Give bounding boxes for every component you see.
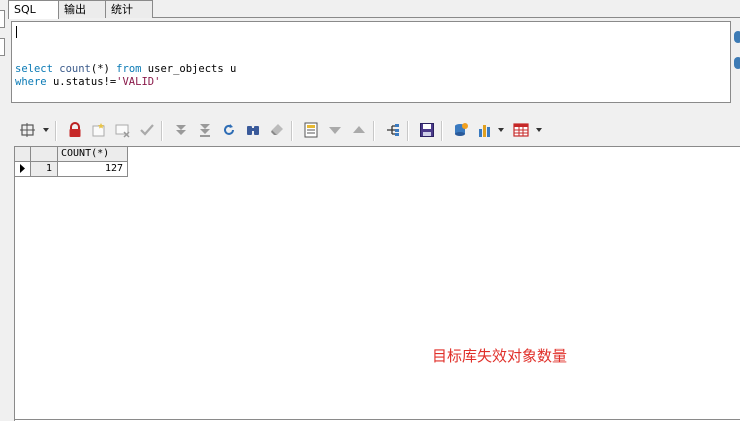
grid-toolbar xyxy=(11,115,740,145)
text-caret xyxy=(16,26,17,38)
string-literal: 'VALID' xyxy=(116,76,161,88)
toolbar-separator xyxy=(55,121,57,141)
post-icon[interactable] xyxy=(139,122,155,138)
count-args: (*) xyxy=(90,63,110,75)
tab-label: 输出 xyxy=(64,3,86,16)
grid-view-icon[interactable] xyxy=(513,122,529,138)
toolbar-separator xyxy=(441,121,443,141)
code-line-2: where u.status!='VALID' xyxy=(15,76,160,88)
explain-plan-icon[interactable] xyxy=(385,122,401,138)
single-record-icon[interactable] xyxy=(303,122,319,138)
editor-side-button[interactable] xyxy=(734,57,740,69)
fetch-last-icon[interactable] xyxy=(197,122,213,138)
new-record-icon[interactable] xyxy=(91,122,107,138)
result-grid[interactable]: COUNT(*) 1 127 xyxy=(14,146,740,421)
find-icon[interactable] xyxy=(245,122,261,138)
sql-editor[interactable]: select count(*) from user_objects u wher… xyxy=(11,21,731,103)
tab-output[interactable]: 输出 xyxy=(58,0,106,18)
tab-label: 统计 xyxy=(111,3,133,16)
column-header[interactable]: COUNT(*) xyxy=(58,147,128,162)
keyword-select: select xyxy=(15,63,53,75)
chart-icon[interactable] xyxy=(477,122,493,138)
function-count: count xyxy=(59,63,91,75)
save-icon[interactable] xyxy=(419,122,435,138)
chevron-down-icon[interactable] xyxy=(536,128,542,132)
column-header-label: COUNT(*) xyxy=(61,148,110,159)
fetch-next-icon[interactable] xyxy=(173,122,189,138)
toolbar-separator xyxy=(373,121,375,141)
grid-corner xyxy=(31,147,58,162)
toolbar-separator xyxy=(407,121,409,141)
tab-strip-line xyxy=(153,17,740,18)
grid-corner xyxy=(15,147,31,162)
next-record-icon[interactable] xyxy=(327,122,343,138)
row-number: 1 xyxy=(31,162,58,177)
delete-record-icon[interactable] xyxy=(115,122,131,138)
condition-expr: u.status!= xyxy=(52,76,117,88)
current-row-icon xyxy=(20,164,25,173)
tab-label: SQL xyxy=(14,3,36,16)
query-builder-icon[interactable] xyxy=(20,122,36,138)
chevron-down-icon[interactable] xyxy=(43,128,49,132)
refresh-icon[interactable] xyxy=(221,122,237,138)
row-number-label: 1 xyxy=(45,163,52,174)
keyword-from: from xyxy=(116,63,142,75)
export-icon[interactable] xyxy=(453,122,469,138)
toolbar-separator xyxy=(291,121,293,141)
grid-bottom-border xyxy=(14,419,740,420)
left-panel-edge xyxy=(0,38,5,56)
tab-sql[interactable]: SQL xyxy=(8,0,59,19)
table-cell[interactable]: 127 xyxy=(58,162,128,177)
left-panel-edge xyxy=(0,10,5,28)
previous-record-icon[interactable] xyxy=(351,122,367,138)
editor-side-button[interactable] xyxy=(734,31,740,43)
code-line-1: select count(*) from user_objects u xyxy=(15,63,236,75)
chevron-down-icon[interactable] xyxy=(498,128,504,132)
table-ref: user_objects u xyxy=(147,63,237,75)
row-indicator[interactable] xyxy=(15,162,31,177)
tab-statistics[interactable]: 统计 xyxy=(105,0,153,18)
keyword-where: where xyxy=(15,76,47,88)
cell-value: 127 xyxy=(104,163,123,174)
annotation-text: 目标库失效对象数量 xyxy=(432,347,568,365)
clear-icon[interactable] xyxy=(269,122,285,138)
toolbar-separator xyxy=(161,121,163,141)
lock-icon[interactable] xyxy=(67,122,83,138)
